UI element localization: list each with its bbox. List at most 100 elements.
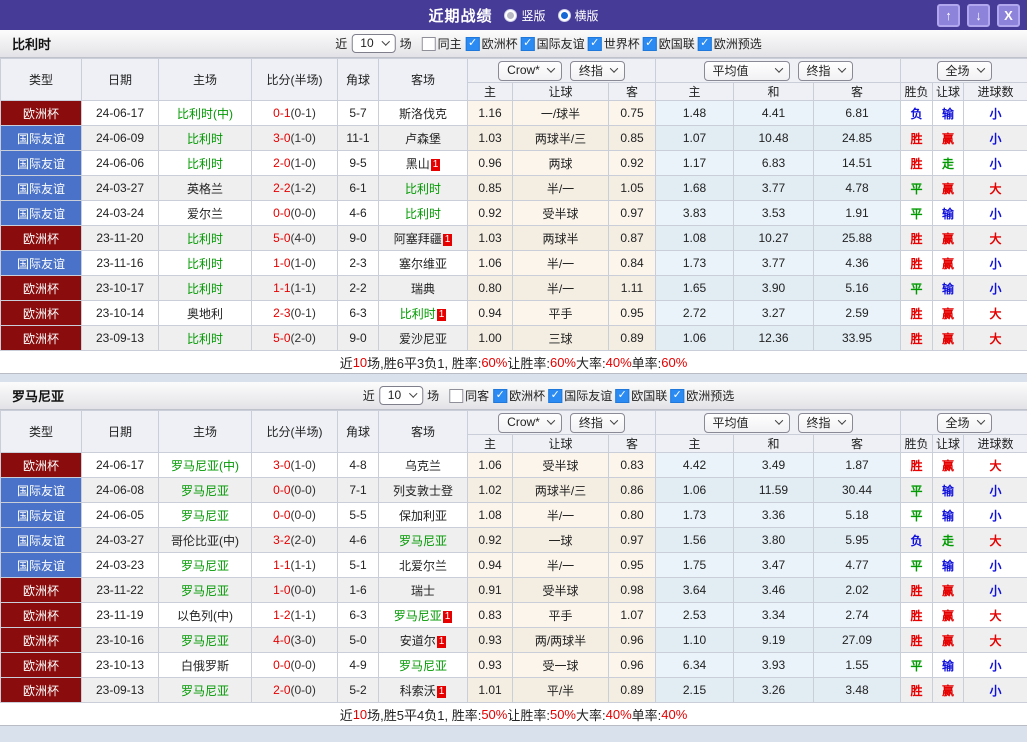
avg-draw-cell: 3.77 [734, 251, 814, 276]
goals-result-cell: 大 [964, 326, 1027, 351]
date-cell: 23-10-16 [82, 628, 159, 653]
score-cell: 1-1(1-1) [252, 553, 338, 578]
scroll-down-button[interactable]: ↓ [967, 4, 990, 27]
bookmaker-dropdown[interactable]: Crow* [498, 61, 562, 81]
checkbox-checked-icon[interactable]: ✓ [588, 37, 602, 51]
checkbox-checked-icon[interactable]: ✓ [493, 389, 507, 403]
team-label: 瑞士 [411, 584, 435, 598]
score-cell: 0-0(0-0) [252, 503, 338, 528]
same-venue-filter[interactable]: 同主 [422, 35, 462, 52]
radio-horizontal-layout[interactable]: 横版 [558, 7, 599, 24]
handicap-result-cell: 赢 [933, 603, 964, 628]
date-cell: 23-10-17 [82, 276, 159, 301]
same-venue-filter[interactable]: 同客 [449, 387, 489, 404]
checkbox-unchecked-icon[interactable] [422, 37, 436, 51]
date-cell: 23-11-19 [82, 603, 159, 628]
checkbox-checked-icon[interactable]: ✓ [643, 37, 657, 51]
fullmatch-dropdown[interactable]: 全场 [937, 61, 992, 81]
checkbox-checked-icon[interactable]: ✓ [670, 389, 684, 403]
checkbox-checked-icon[interactable]: ✓ [521, 37, 535, 51]
final-odds-dropdown[interactable]: 终指 [570, 413, 625, 433]
competition-label: 世界杯 [604, 35, 640, 52]
games-count-select[interactable]: 10 [351, 34, 395, 53]
close-button[interactable]: X [997, 4, 1020, 27]
avg-draw-cell: 11.59 [734, 478, 814, 503]
score-cell: 0-1(0-1) [252, 101, 338, 126]
avg-away-cell: 27.09 [814, 628, 901, 653]
fullmatch-dropdown[interactable]: 全场 [937, 413, 992, 433]
final-odds-dropdown[interactable]: 终指 [798, 61, 853, 81]
avg-draw-cell: 3.46 [734, 578, 814, 603]
chevron-down-icon [837, 64, 845, 72]
home-team-cell: 以色列(中) [159, 603, 252, 628]
checkbox-checked-icon[interactable]: ✓ [466, 37, 480, 51]
competition-filter[interactable]: ✓欧洲杯 [493, 387, 545, 404]
col-header-odds-away: 客 [609, 435, 656, 453]
competition-filter[interactable]: ✓国际友谊 [548, 387, 612, 404]
red-card-badge: 1 [437, 309, 447, 321]
odds-away-cell: 0.96 [609, 653, 656, 678]
match-row: 欧洲杯23-10-17比利时1-1(1-1)2-2瑞典0.80半/一1.111.… [1, 276, 1027, 301]
final-odds-dropdown[interactable]: 终指 [798, 413, 853, 433]
avg-draw-cell: 3.90 [734, 276, 814, 301]
date-cell: 23-09-13 [82, 326, 159, 351]
team-section-belgium: 比利时 近 10 场 同主 ✓欧洲杯✓国际友谊✓世界杯✓欧国联✓欧洲预选 [0, 30, 1027, 374]
competition-filter[interactable]: ✓世界杯 [588, 35, 640, 52]
checkbox-checked-icon[interactable]: ✓ [698, 37, 712, 51]
radio-vertical-layout[interactable]: 竖版 [504, 7, 545, 24]
average-dropdown[interactable]: 平均值 [704, 413, 790, 433]
avg-home-cell: 2.72 [656, 301, 734, 326]
team-label: 奥地利 [187, 307, 223, 321]
competition-filter[interactable]: ✓欧洲预选 [698, 35, 762, 52]
goals-result-cell: 小 [964, 276, 1027, 301]
average-dropdown[interactable]: 平均值 [704, 61, 790, 81]
match-type-cell: 国际友谊 [1, 251, 82, 276]
wdl-result-cell: 平 [901, 201, 933, 226]
radio-icon[interactable] [558, 9, 571, 22]
odds-home-cell: 1.08 [468, 503, 513, 528]
col-header-handicap: 让球 [513, 83, 609, 101]
checkbox-checked-icon[interactable]: ✓ [615, 389, 629, 403]
chevron-down-icon [547, 64, 555, 72]
score-cell: 0-0(0-0) [252, 478, 338, 503]
bookmaker-dropdown[interactable]: Crow* [498, 413, 562, 433]
checkbox-checked-icon[interactable]: ✓ [548, 389, 562, 403]
final-odds-dropdown[interactable]: 终指 [570, 61, 625, 81]
wdl-result-cell: 负 [901, 101, 933, 126]
match-row: 欧洲杯23-09-13比利时5-0(2-0)9-0爱沙尼亚1.00三球0.891… [1, 326, 1027, 351]
competition-filter[interactable]: ✓欧洲预选 [670, 387, 734, 404]
away-team-cell: 阿塞拜疆1 [379, 226, 468, 251]
summary-line: 近10场,胜5平4负1, 胜率:50% 让胜率:50% 大率:40% 单率:40… [0, 703, 1027, 726]
team-label: 保加利亚 [399, 509, 447, 523]
corners-cell: 5-5 [338, 503, 379, 528]
team-label: 英格兰 [187, 182, 223, 196]
avg-home-cell: 3.64 [656, 578, 734, 603]
wdl-result-cell: 胜 [901, 226, 933, 251]
avg-draw-cell: 9.19 [734, 628, 814, 653]
score-cell: 3-2(2-0) [252, 528, 338, 553]
games-count-select[interactable]: 10 [379, 386, 423, 405]
date-cell: 24-03-24 [82, 201, 159, 226]
match-type-cell: 国际友谊 [1, 478, 82, 503]
competition-filter[interactable]: ✓欧国联 [615, 387, 667, 404]
chevron-down-icon [610, 64, 618, 72]
match-type-cell: 国际友谊 [1, 553, 82, 578]
avg-draw-cell: 3.36 [734, 503, 814, 528]
match-row: 国际友谊24-06-06比利时2-0(1-0)9-5黑山10.96两球0.921… [1, 151, 1027, 176]
corners-cell: 9-0 [338, 326, 379, 351]
competition-filter[interactable]: ✓欧洲杯 [466, 35, 518, 52]
match-type-cell: 欧洲杯 [1, 653, 82, 678]
match-type-cell: 国际友谊 [1, 528, 82, 553]
competition-filter[interactable]: ✓欧国联 [643, 35, 695, 52]
checkbox-unchecked-icon[interactable] [449, 389, 463, 403]
home-team-cell: 爱尔兰 [159, 201, 252, 226]
handicap-cell: 受半球 [513, 201, 609, 226]
radio-icon[interactable] [504, 9, 517, 22]
match-type-cell: 欧洲杯 [1, 226, 82, 251]
scroll-up-button[interactable]: ↑ [937, 4, 960, 27]
competition-label: 欧洲预选 [686, 387, 734, 404]
away-team-cell: 比利时 [379, 176, 468, 201]
away-team-cell: 罗马尼亚1 [379, 603, 468, 628]
col-header-home: 主场 [159, 59, 252, 101]
competition-filter[interactable]: ✓国际友谊 [521, 35, 585, 52]
